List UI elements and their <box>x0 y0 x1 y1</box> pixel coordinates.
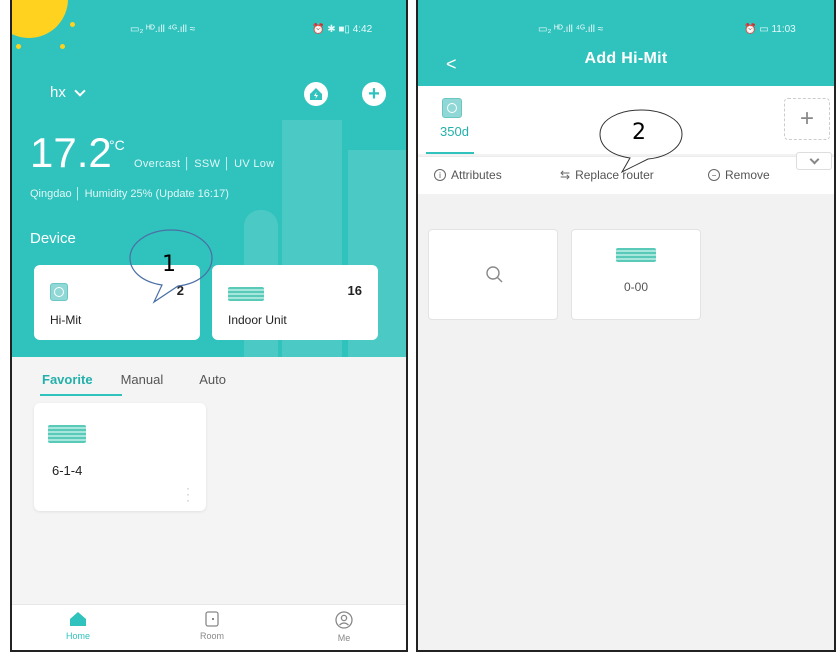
ac-unit-icon <box>228 287 264 301</box>
nav-room[interactable]: Room <box>182 611 242 641</box>
attributes-button[interactable]: i Attributes <box>434 168 502 182</box>
house-bolt-icon <box>310 88 322 100</box>
nav-label: Room <box>199 631 224 641</box>
expand-dropdown[interactable] <box>796 152 832 170</box>
status-icons: ▭₂ ᴴᴰ.ıll ⁴ᴳ.ıll ≈ <box>538 24 604 35</box>
sun-ray <box>16 44 21 49</box>
device-count: 16 <box>347 283 362 298</box>
page-title: Add Hi-Mit <box>584 50 668 67</box>
minus-circle-icon: − <box>708 169 720 181</box>
chevron-down-icon <box>809 154 819 164</box>
plus-icon: + <box>799 105 814 132</box>
tab-auto[interactable]: Auto <box>199 372 226 387</box>
add-hub-screen: ▭₂ ᴴᴰ.ıll ⁴ᴳ.ıll ≈ ⏰ ▭ 11:03 < Add Hi-Mi… <box>416 0 836 652</box>
scene-tabs: Favorite Manual Auto <box>42 372 226 387</box>
device-section-title: Device <box>30 230 76 247</box>
status-clock: ⏰ ▭ 11:03 <box>744 24 796 35</box>
bottom-navigation: Home Room Me <box>12 604 406 650</box>
user-icon <box>335 611 353 629</box>
hub-icon <box>442 98 462 118</box>
plus-icon: + <box>368 82 380 105</box>
favorite-device-name: 6-1-4 <box>52 463 83 478</box>
device-card-indoor-unit[interactable]: 16 Indoor Unit <box>212 265 378 340</box>
indoor-unit-name: 0-00 <box>623 280 649 294</box>
temperature-unit: °C <box>109 137 125 153</box>
sun-ray <box>60 44 65 49</box>
callout-number: 1 <box>162 252 176 277</box>
temperature-value: 17.2 <box>30 129 112 176</box>
favorite-device-card[interactable]: 6-1-4 · · · <box>34 403 206 511</box>
swap-icon: ⇆ <box>560 168 571 182</box>
chevron-down-icon <box>74 84 86 97</box>
status-clock: ⏰ ✱ ■▯ 4:42 <box>312 24 373 35</box>
more-options-icon[interactable]: · · · <box>186 482 190 506</box>
sun-icon <box>12 0 68 38</box>
active-tab-indicator <box>40 394 122 396</box>
sun-ray <box>70 22 75 27</box>
callout-number: 2 <box>632 120 646 145</box>
weather-conditions: Overcast │ SSW │ UV Low <box>134 158 275 170</box>
tab-manual[interactable]: Manual <box>121 372 164 387</box>
status-icons: ▭₂ ᴴᴰ.ıll ⁴ᴳ.ıll ≈ <box>130 24 196 35</box>
callout-2: 2 <box>594 106 688 176</box>
indoor-unit-card[interactable]: 0-00 <box>571 229 701 320</box>
header-bar: ▭₂ ᴴᴰ.ıll ⁴ᴳ.ıll ≈ ⏰ ▭ 11:03 < Add Hi-Mi… <box>418 0 834 86</box>
device-name: Hi-Mit <box>50 313 82 327</box>
device-tab-label: 350d <box>440 124 469 139</box>
nav-me[interactable]: Me <box>314 611 374 643</box>
remove-button[interactable]: − Remove <box>708 168 770 182</box>
action-label: Attributes <box>451 168 502 182</box>
home-selector[interactable]: hx <box>50 84 86 101</box>
action-label: Remove <box>725 168 770 182</box>
location-humidity: Qingdao │ Humidity 25% (Update 16:17) <box>30 188 229 200</box>
ac-unit-icon <box>48 425 86 443</box>
scene-button[interactable] <box>304 82 328 106</box>
door-icon <box>205 611 219 627</box>
home-screen: ▭₂ ᴴᴰ.ıll ⁴ᴳ.ıll ≈ ⏰ ✱ ■▯ 4:42 hx + 17.2… <box>10 0 408 652</box>
active-tab-indicator <box>426 152 474 154</box>
hub-icon <box>50 283 68 301</box>
ac-unit-icon <box>616 248 656 262</box>
device-name: Indoor Unit <box>228 313 287 327</box>
callout-1: 1 <box>124 226 218 314</box>
tab-favorite[interactable]: Favorite <box>42 372 93 387</box>
nav-label: Me <box>337 633 351 643</box>
add-hub-button[interactable]: + <box>784 98 830 140</box>
nav-label: Home <box>65 631 90 641</box>
search-device-card[interactable] <box>428 229 558 320</box>
info-icon: i <box>434 169 446 181</box>
add-device-button[interactable]: + <box>362 82 386 106</box>
nav-home[interactable]: Home <box>48 611 108 641</box>
search-icon <box>486 266 503 283</box>
screenshot-pair: ▭₂ ᴴᴰ.ıll ⁴ᴳ.ıll ≈ ⏰ ✱ ■▯ 4:42 hx + 17.2… <box>0 0 836 652</box>
home-icon <box>70 612 86 626</box>
home-name: hx <box>50 84 66 101</box>
